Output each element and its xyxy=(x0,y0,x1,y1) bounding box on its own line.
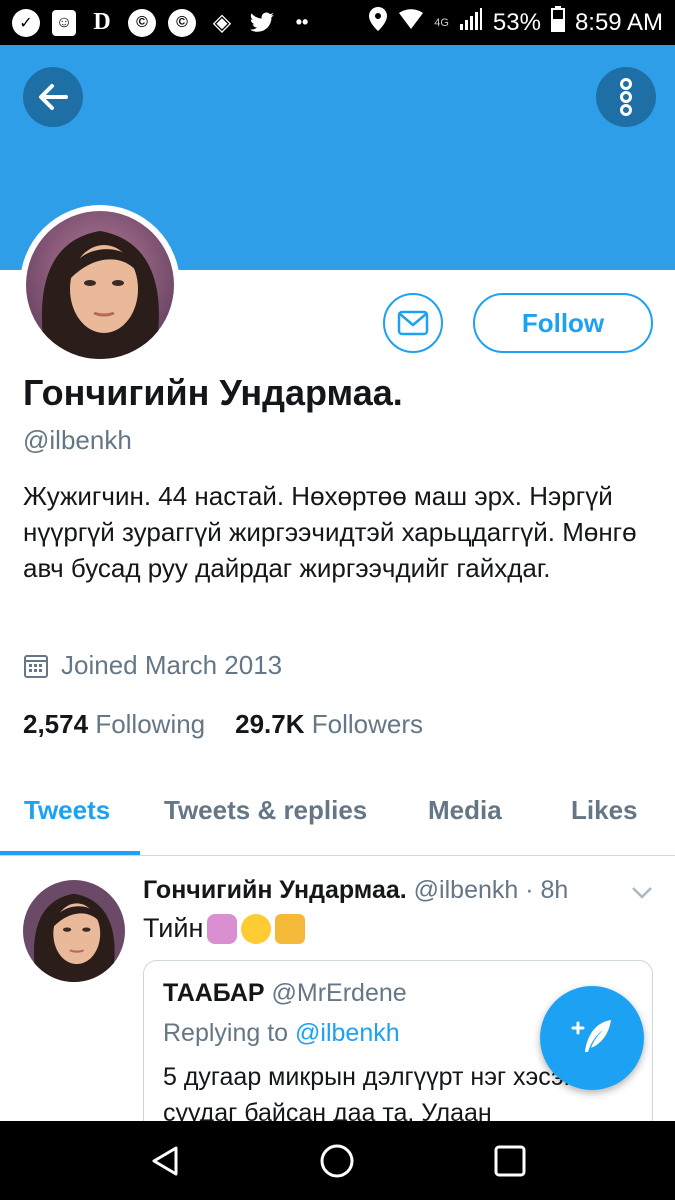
tab-likes[interactable]: Likes xyxy=(571,795,638,826)
quote-author-handle: @MrErdene xyxy=(271,979,407,1007)
message-button[interactable] xyxy=(383,293,443,353)
profile-tabs: Tweets Tweets & replies Media Likes xyxy=(0,770,675,856)
profile-name: Гончигийн Ундармаа. xyxy=(23,372,403,413)
copyright-icon: © xyxy=(128,8,156,37)
back-arrow-icon xyxy=(39,84,68,110)
followers-stat[interactable]: 29.7K Followers xyxy=(235,709,423,740)
tweet-author-handle: @ilbenkh xyxy=(413,876,519,904)
clock: 8:59 AM xyxy=(574,8,663,36)
profile-avatar[interactable] xyxy=(20,205,180,365)
quote-header: ТААБАР @MrErdene xyxy=(163,979,407,1008)
robot-icon: ☺ xyxy=(52,9,76,36)
sweat-smile-emoji xyxy=(241,913,272,944)
tweet-avatar[interactable] xyxy=(23,880,125,982)
battery-icon xyxy=(550,6,565,39)
check-circle-icon: ✓ xyxy=(12,8,40,37)
compose-feather-icon xyxy=(571,1020,611,1052)
replying-to-link[interactable]: @ilbenkh xyxy=(295,1019,400,1047)
nav-recents-button[interactable] xyxy=(490,1141,530,1181)
tweet-author-name[interactable]: Гончигийн Ундармаа. xyxy=(143,876,407,904)
tab-tweets[interactable]: Tweets xyxy=(24,795,110,826)
tweet-text-content: Тийн xyxy=(143,913,204,943)
quote-replying-to: Replying to @ilbenkh xyxy=(163,1019,400,1048)
triangle-back-icon xyxy=(152,1146,178,1176)
compose-tweet-button[interactable] xyxy=(540,986,644,1090)
profile-handle: @ilbenkh xyxy=(23,425,132,455)
followers-label: Followers xyxy=(311,709,424,739)
joined-label: Joined March 2013 xyxy=(61,650,283,680)
replying-prefix: Replying to xyxy=(163,1019,289,1047)
chevron-down-icon xyxy=(632,887,652,899)
more-options-button[interactable] xyxy=(596,67,656,127)
nav-back-button[interactable] xyxy=(145,1141,185,1181)
battery-level: 53% xyxy=(492,8,541,36)
copyright-icon: © xyxy=(168,8,196,37)
location-icon xyxy=(368,6,388,39)
tweet-time: · 8h xyxy=(525,876,569,904)
status-bar: ✓ ☺ D © © ◈ •• 4G 53% 8:59 AM xyxy=(0,0,675,45)
nav-home-button[interactable] xyxy=(317,1141,357,1181)
active-tab-indicator xyxy=(0,851,140,855)
signal-icon xyxy=(459,7,483,38)
square-recents-icon xyxy=(494,1145,526,1177)
tab-media[interactable]: Media xyxy=(428,795,502,826)
android-nav-bar xyxy=(0,1121,675,1200)
tab-tweets-replies[interactable]: Tweets & replies xyxy=(164,795,367,826)
network-type: 4G xyxy=(434,16,449,29)
tweet-menu-button[interactable] xyxy=(630,884,654,905)
quote-author-name: ТААБАР xyxy=(163,979,265,1007)
following-stat[interactable]: 2,574 Following xyxy=(23,709,205,740)
tweet-text: Тийн xyxy=(143,913,306,944)
vertical-dots-icon xyxy=(620,78,632,116)
twitter-icon xyxy=(248,9,276,37)
back-button[interactable] xyxy=(23,67,83,127)
circle-home-icon xyxy=(320,1144,354,1178)
tweet-header: Гончигийн Ундармаа. @ilbenkh · 8h xyxy=(143,876,568,905)
following-count: 2,574 xyxy=(23,709,89,739)
calendar-icon xyxy=(24,654,48,678)
woman-raising-hand-emoji xyxy=(207,913,238,944)
more-dots-icon: •• xyxy=(295,12,309,32)
thumbs-up-emoji xyxy=(275,913,306,944)
binance-icon: ◈ xyxy=(212,9,232,36)
d-icon: D xyxy=(93,9,111,35)
envelope-icon xyxy=(397,310,429,336)
profile-stats: 2,574 Following 29.7K Followers xyxy=(23,709,423,740)
profile-bio: Жужигчин. 44 настай. Нөхөртөө маш эрх. Н… xyxy=(23,481,637,583)
following-label: Following xyxy=(95,709,206,739)
wifi-icon xyxy=(398,8,424,37)
joined-date: Joined March 2013 xyxy=(23,650,282,681)
followers-count: 29.7K xyxy=(235,709,305,739)
follow-button[interactable]: Follow xyxy=(473,293,653,353)
